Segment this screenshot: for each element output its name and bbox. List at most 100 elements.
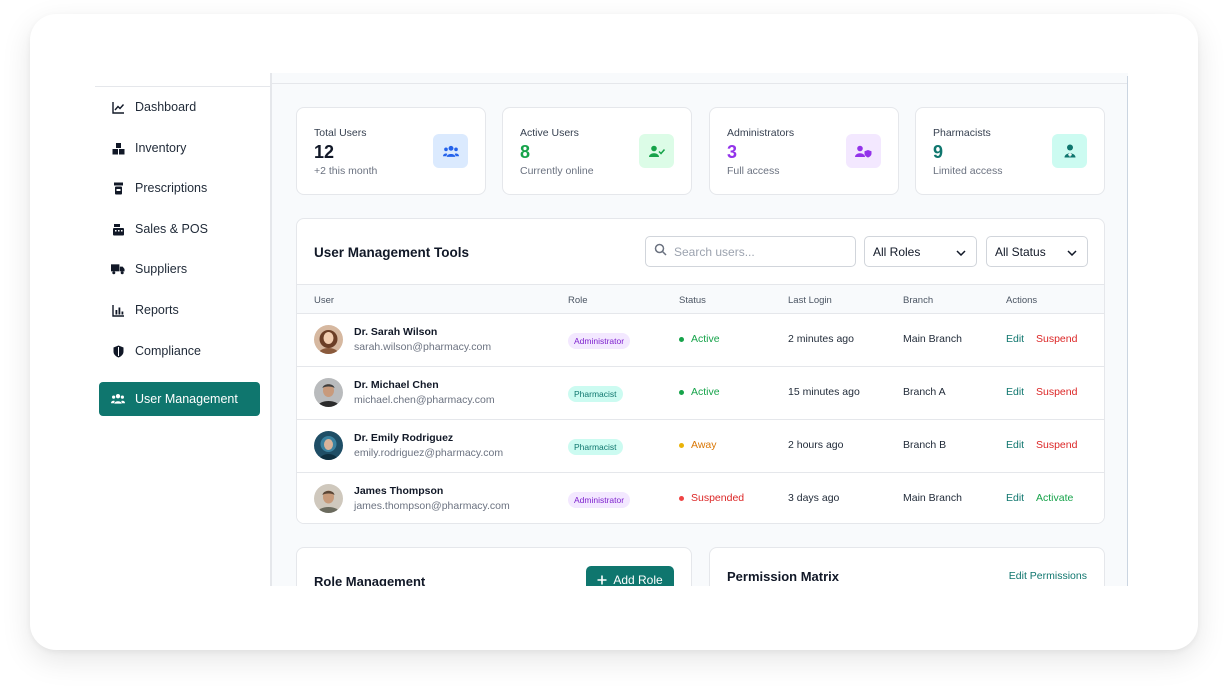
user-check-icon xyxy=(639,134,674,168)
sidebar-item-prescriptions[interactable]: Prescriptions xyxy=(99,171,260,205)
branch: Main Branch xyxy=(903,333,962,345)
status-indicator: Active xyxy=(679,386,720,398)
search-icon xyxy=(654,243,667,261)
stat-value: 3 xyxy=(727,142,738,162)
edit-permissions-link[interactable]: Edit Permissions xyxy=(1009,570,1087,582)
edit-link[interactable]: Edit xyxy=(1006,333,1024,345)
status-indicator: Suspended xyxy=(679,492,744,504)
status-text: Active xyxy=(691,333,720,345)
status-dot xyxy=(679,442,684,448)
suspend-link[interactable]: Suspend xyxy=(1036,386,1077,398)
users-icon xyxy=(111,392,125,406)
sidebar-item-suppliers[interactable]: Suppliers xyxy=(99,252,260,286)
sidebar-item-inventory[interactable]: Inventory xyxy=(99,131,260,165)
branch: Branch B xyxy=(903,439,947,451)
sidebar-item-label: Inventory xyxy=(135,141,187,155)
permission-matrix-panel: Permission Matrix Edit Permissions xyxy=(709,547,1105,586)
stat-subtext: Currently online xyxy=(520,165,594,177)
add-role-button[interactable]: Add Role xyxy=(586,566,674,586)
stat-value: 8 xyxy=(520,142,531,162)
user-email: michael.chen@pharmacy.com xyxy=(354,394,495,406)
avatar xyxy=(314,484,343,513)
sidebar-item-dashboard[interactable]: Dashboard xyxy=(99,90,260,124)
stat-subtext: Full access xyxy=(727,165,780,177)
status-filter-select[interactable]: All Status xyxy=(986,236,1088,267)
user-shield-icon xyxy=(846,134,881,168)
column-header-last-login[interactable]: Last Login xyxy=(788,295,832,306)
table-row: Dr. Michael Chen michael.chen@pharmacy.c… xyxy=(297,367,1104,420)
column-header-branch[interactable]: Branch xyxy=(903,295,933,306)
user-name: Dr. Michael Chen xyxy=(354,379,439,391)
add-role-label: Add Role xyxy=(613,573,663,586)
role-badge: Administrator xyxy=(568,333,631,349)
table-row: Dr. Sarah Wilson sarah.wilson@pharmacy.c… xyxy=(297,314,1104,367)
user-name: Dr. Sarah Wilson xyxy=(354,326,438,338)
avatar xyxy=(314,325,343,354)
main-content: Total Users 12 +2 this month Active User… xyxy=(272,73,1128,586)
status-filter-value: All Status xyxy=(995,244,1046,259)
chevron-down-icon xyxy=(956,245,966,259)
edit-link[interactable]: Edit xyxy=(1006,439,1024,451)
edit-link[interactable]: Edit xyxy=(1006,386,1024,398)
avatar xyxy=(314,431,343,460)
stat-label: Administrators xyxy=(727,127,795,139)
stat-value: 9 xyxy=(933,142,944,162)
table-row: Dr. Emily Rodriguez emily.rodriguez@phar… xyxy=(297,420,1104,473)
user-management-tools-panel: User Management Tools All Roles All Stat… xyxy=(296,218,1105,524)
table-row: James Thompson james.thompson@pharmacy.c… xyxy=(297,473,1104,523)
role-badge: Administrator xyxy=(568,492,631,508)
boxes-icon xyxy=(111,141,125,155)
column-header-role[interactable]: Role xyxy=(568,295,588,306)
pill-bottle-icon xyxy=(111,181,125,195)
sidebar-divider xyxy=(95,86,272,87)
table-header: User Role Status Last Login Branch Actio… xyxy=(297,284,1104,314)
stat-label: Pharmacists xyxy=(933,127,991,139)
branch: Branch A xyxy=(903,386,946,398)
user-doctor-icon xyxy=(1052,134,1087,168)
last-login: 3 days ago xyxy=(788,492,840,504)
sidebar-item-sales-pos[interactable]: Sales & POS xyxy=(99,212,260,246)
stat-card-total-users: Total Users 12 +2 this month xyxy=(296,107,486,195)
status-text: Suspended xyxy=(691,492,745,504)
stat-label: Active Users xyxy=(520,127,579,139)
edit-link[interactable]: Edit xyxy=(1006,492,1024,504)
chevron-down-icon xyxy=(1067,245,1077,259)
sidebar-item-label: Suppliers xyxy=(135,262,188,276)
role-management-panel: Role Management Add Role xyxy=(296,547,692,586)
stat-label: Total Users xyxy=(314,127,367,139)
user-email: james.thompson@pharmacy.com xyxy=(354,500,510,512)
avatar xyxy=(314,378,343,407)
sidebar-item-label: Prescriptions xyxy=(135,181,208,195)
search-input[interactable] xyxy=(674,244,844,259)
search-field[interactable] xyxy=(645,236,856,267)
sidebar-item-reports[interactable]: Reports xyxy=(99,293,260,327)
plus-icon xyxy=(597,575,607,585)
sidebar-item-label: Reports xyxy=(135,303,179,317)
users-icon xyxy=(433,134,468,168)
bar-chart-icon xyxy=(111,303,125,317)
sidebar-item-label: Dashboard xyxy=(135,100,197,114)
stat-subtext: +2 this month xyxy=(314,165,378,177)
sidebar-item-user-management[interactable]: User Management xyxy=(99,382,260,416)
sidebar-item-compliance[interactable]: Compliance xyxy=(99,334,260,368)
stat-card-pharmacists: Pharmacists 9 Limited access xyxy=(915,107,1105,195)
activate-link[interactable]: Activate xyxy=(1036,492,1073,504)
truck-icon xyxy=(111,262,125,276)
stat-card-active-users: Active Users 8 Currently online xyxy=(502,107,692,195)
branch: Main Branch xyxy=(903,492,962,504)
role-badge: Pharmacist xyxy=(568,386,623,402)
suspend-link[interactable]: Suspend xyxy=(1036,333,1077,345)
stat-value: 12 xyxy=(314,142,335,162)
suspend-link[interactable]: Suspend xyxy=(1036,439,1077,451)
stat-subtext: Limited access xyxy=(933,165,1003,177)
column-header-user[interactable]: User xyxy=(314,295,334,306)
panel-title: Role Management xyxy=(314,574,426,586)
sidebar-item-label: User Management xyxy=(135,392,238,406)
status-indicator: Away xyxy=(679,439,717,451)
panel-title: Permission Matrix xyxy=(727,569,839,584)
last-login: 15 minutes ago xyxy=(788,386,860,398)
role-filter-select[interactable]: All Roles xyxy=(864,236,977,267)
cash-register-icon xyxy=(111,222,125,236)
column-header-status[interactable]: Status xyxy=(679,295,706,306)
status-text: Away xyxy=(691,439,717,451)
